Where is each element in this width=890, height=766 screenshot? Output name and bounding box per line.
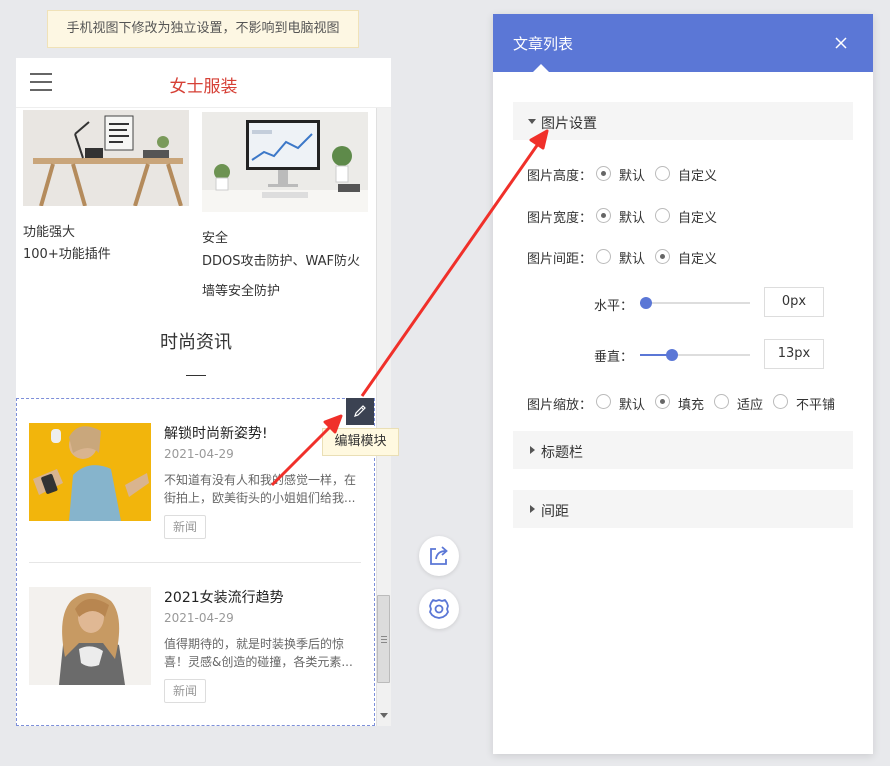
pencil-icon — [354, 405, 366, 417]
share-icon — [430, 546, 448, 565]
image-height-custom-label[interactable]: 自定义 — [678, 165, 717, 184]
group-spacing-label: 间距 — [541, 504, 569, 520]
article-title-1[interactable]: 解锁时尚新姿势! — [164, 423, 268, 443]
group-title-bar[interactable]: 标题栏 — [513, 431, 853, 469]
scroll-down-arrow[interactable] — [380, 713, 388, 718]
vertical-value-input[interactable]: 13px — [764, 339, 824, 369]
image-width-custom-radio[interactable] — [655, 208, 670, 223]
article-item-2[interactable]: 2021女装流行趋势 2021-04-29 值得期待的，就是时装换季后的惊喜！灵… — [29, 587, 359, 727]
horizontal-value-input[interactable]: 0px — [764, 287, 824, 317]
image-height-default-radio[interactable] — [596, 166, 611, 181]
edit-module-tooltip: 编辑模块 — [322, 428, 399, 456]
article-date-2: 2021-04-29 — [164, 611, 234, 625]
vertical-label: 垂直： — [594, 350, 634, 365]
section-title: 时尚资讯 — [160, 332, 232, 353]
image-width-default-label[interactable]: 默认 — [619, 207, 645, 226]
feature-image-desk — [23, 110, 189, 206]
gear-icon — [429, 599, 449, 619]
image-width-label: 图片宽度： — [527, 211, 593, 226]
share-button[interactable] — [419, 536, 459, 576]
image-scale-notile-label[interactable]: 不平铺 — [796, 394, 835, 413]
article-tag-2[interactable]: 新闻 — [164, 679, 206, 703]
feature-title-1: 功能强大 — [23, 225, 76, 240]
image-gap-default-label[interactable]: 默认 — [619, 248, 645, 267]
article-image-2 — [29, 587, 151, 685]
article-separator — [29, 562, 361, 563]
image-scale-notile-radio[interactable] — [773, 394, 788, 409]
article-title-2[interactable]: 2021女装流行趋势 — [164, 587, 284, 607]
article-desc-2: 值得期待的，就是时装换季后的惊喜！灵感&创造的碰撞，各类元素... — [164, 637, 353, 669]
panel-header: 文章列表 — [493, 14, 873, 72]
article-list-settings-panel: 文章列表 图片设置 图片高度： 默认 自定义 图片宽度： 默认 自定义 图片间距… — [493, 14, 873, 754]
image-height-custom-radio[interactable] — [655, 166, 670, 181]
image-gap-default-radio[interactable] — [596, 249, 611, 264]
panel-tab-caret — [533, 64, 549, 72]
image-gap-custom-label[interactable]: 自定义 — [678, 248, 717, 267]
feature-title-2: 安全 — [202, 231, 229, 246]
image-gap-custom-radio[interactable] — [655, 249, 670, 264]
image-scale-default-label[interactable]: 默认 — [619, 394, 645, 413]
image-scale-fit-radio[interactable] — [714, 394, 729, 409]
caret-right-icon — [530, 446, 535, 454]
phone-header: 女士服装 — [16, 58, 391, 108]
feature-image-computer — [202, 112, 368, 212]
close-button[interactable] — [833, 35, 849, 51]
image-width-custom-label[interactable]: 自定义 — [678, 207, 717, 226]
image-scale-fill-radio[interactable] — [655, 394, 670, 409]
horizontal-label: 水平： — [594, 299, 634, 314]
feature-desc-2: DDOS攻击防护、WAF防火墙等安全防护 — [202, 254, 361, 299]
group-image-settings[interactable]: 图片设置 — [513, 102, 853, 140]
site-title: 女士服装 — [169, 77, 238, 97]
edit-module-button[interactable] — [346, 398, 374, 425]
image-height-default-label[interactable]: 默认 — [619, 165, 645, 184]
scrollbar-thumb[interactable] — [377, 595, 390, 683]
article-desc-1: 不知道有没有人和我的感觉一样，在街拍上，欧美街头的小姐姐们给我... — [164, 473, 357, 505]
vertical-slider[interactable] — [640, 349, 750, 361]
horizontal-slider-knob[interactable] — [640, 297, 652, 309]
feature-desc-1: 100+功能插件 — [23, 247, 111, 262]
image-scale-fit-label[interactable]: 适应 — [737, 394, 763, 413]
section-divider — [186, 375, 206, 376]
panel-title: 文章列表 — [513, 35, 574, 53]
group-image-settings-label: 图片设置 — [541, 116, 597, 132]
caret-down-icon — [528, 119, 536, 124]
vertical-slider-knob[interactable] — [666, 349, 678, 361]
article-item-1[interactable]: 解锁时尚新姿势! 2021-04-29 不知道有没有人和我的感觉一样，在街拍上，… — [29, 423, 359, 563]
settings-button[interactable] — [419, 589, 459, 629]
group-title-bar-label: 标题栏 — [541, 445, 583, 461]
close-icon — [835, 37, 847, 49]
caret-right-icon — [530, 505, 535, 513]
image-height-label: 图片高度： — [527, 169, 593, 184]
group-spacing[interactable]: 间距 — [513, 490, 853, 528]
mobile-view-notice: 手机视图下修改为独立设置，不影响到电脑视图 — [47, 10, 359, 48]
article-tag-1[interactable]: 新闻 — [164, 515, 206, 539]
image-scale-label: 图片缩放： — [527, 398, 593, 413]
image-gap-label: 图片间距： — [527, 252, 593, 267]
article-image-1 — [29, 423, 151, 521]
horizontal-slider[interactable] — [640, 297, 750, 309]
image-scale-fill-label[interactable]: 填充 — [678, 394, 704, 413]
image-scale-default-radio[interactable] — [596, 394, 611, 409]
image-width-default-radio[interactable] — [596, 208, 611, 223]
article-date-1: 2021-04-29 — [164, 447, 234, 461]
